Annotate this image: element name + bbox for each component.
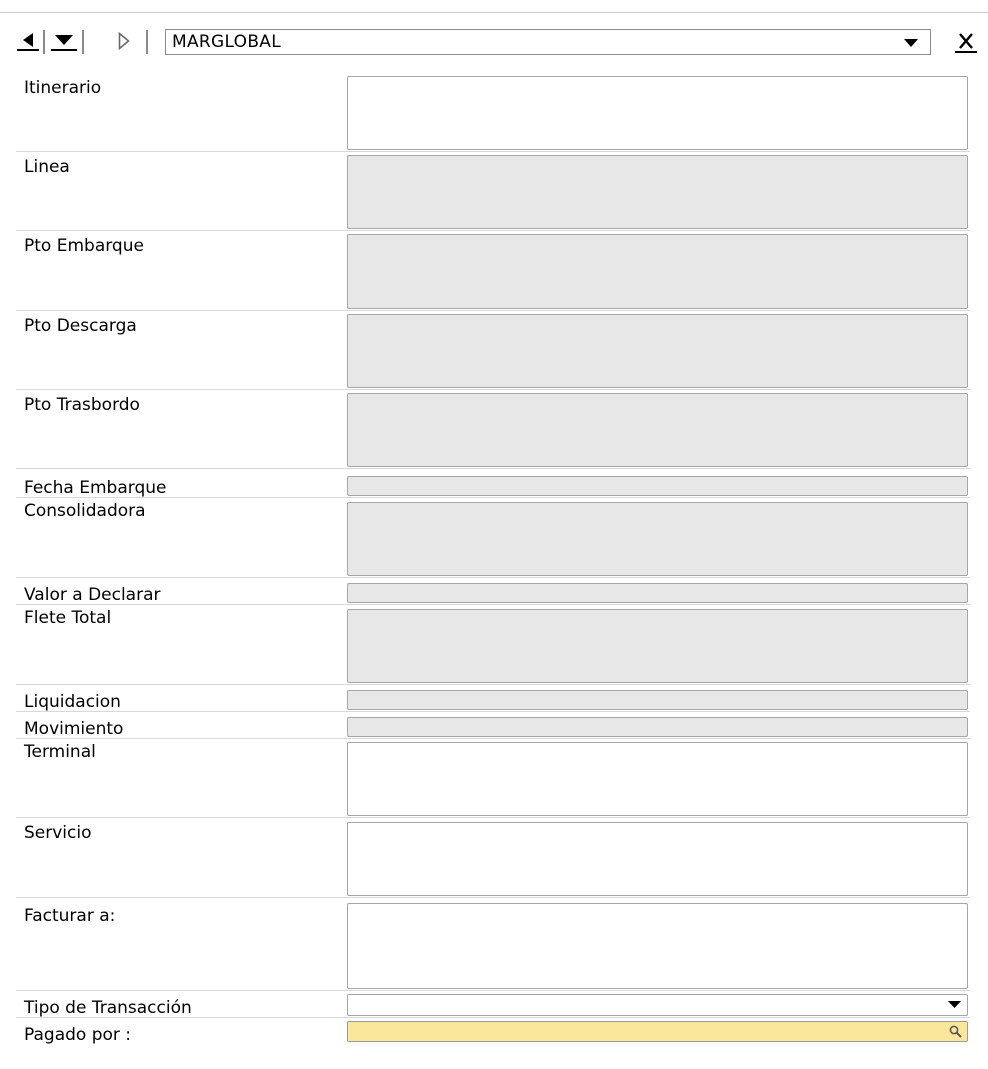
row-facturar-a: Facturar a: (16, 898, 970, 991)
input-flete-total[interactable] (347, 609, 968, 683)
row-pto-trasbordo: Pto Trasbordo (16, 390, 970, 469)
row-flete-total: Flete Total (16, 605, 970, 685)
row-pagado-por: Pagado por : (16, 1018, 970, 1045)
label-valor-declarar: Valor a Declarar (24, 585, 161, 605)
input-pto-descarga[interactable] (347, 314, 968, 388)
label-facturar-a: Facturar a: (24, 906, 116, 926)
chevron-down-icon[interactable] (948, 1001, 961, 1008)
input-pagado-por[interactable] (347, 1021, 968, 1042)
input-valor-declarar[interactable] (347, 583, 968, 603)
input-pto-trasbordo[interactable] (347, 393, 968, 467)
label-consolidadora: Consolidadora (24, 501, 146, 521)
triangle-down-icon (55, 35, 73, 45)
close-button[interactable] (955, 31, 977, 53)
company-combo[interactable]: MARGLOBAL (165, 29, 931, 55)
input-linea[interactable] (347, 155, 968, 229)
toolbar-separator (43, 30, 45, 54)
row-pto-descarga: Pto Descarga (16, 311, 970, 390)
label-pagado-por: Pagado por : (24, 1025, 132, 1045)
label-terminal: Terminal (24, 742, 96, 762)
input-terminal[interactable] (347, 742, 968, 816)
select-tipo-transaccion[interactable] (347, 994, 968, 1016)
input-consolidadora[interactable] (347, 502, 968, 576)
triangle-right-outline-icon (118, 32, 130, 50)
row-tipo-transaccion: Tipo de Transacción (16, 991, 970, 1018)
label-tipo-transaccion: Tipo de Transacción (24, 998, 192, 1018)
company-combo-value: MARGLOBAL (172, 32, 281, 52)
toolbar-separator (146, 30, 148, 54)
label-movimiento: Movimiento (24, 719, 124, 739)
row-liquidacion: Liquidacion (16, 685, 970, 712)
label-liquidacion: Liquidacion (24, 692, 121, 712)
input-pto-embarque[interactable] (347, 234, 968, 309)
top-rule (0, 12, 988, 13)
search-icon[interactable] (949, 1025, 962, 1038)
input-itinerario[interactable] (347, 76, 968, 150)
label-pto-trasbordo: Pto Trasbordo (24, 395, 140, 415)
row-terminal: Terminal (16, 739, 970, 818)
row-consolidadora: Consolidadora (16, 498, 970, 578)
row-movimiento: Movimiento (16, 712, 970, 739)
row-linea: Linea (16, 152, 970, 231)
prev-record-button[interactable] (17, 31, 39, 51)
row-fecha-embarque: Fecha Embarque (16, 469, 970, 498)
input-movimiento[interactable] (347, 717, 968, 737)
close-x-icon (955, 33, 977, 53)
triangle-left-icon (23, 33, 33, 47)
input-liquidacion[interactable] (347, 690, 968, 710)
label-pto-embarque: Pto Embarque (24, 236, 144, 256)
row-pto-embarque: Pto Embarque (16, 231, 970, 311)
label-fecha-embarque: Fecha Embarque (24, 478, 167, 498)
label-flete-total: Flete Total (24, 608, 112, 628)
record-list-button[interactable] (51, 31, 77, 51)
row-servicio: Servicio (16, 818, 970, 898)
toolbar-separator (82, 30, 84, 54)
label-pto-descarga: Pto Descarga (24, 316, 137, 336)
label-itinerario: Itinerario (24, 78, 102, 98)
next-record-button[interactable] (116, 29, 132, 53)
input-facturar-a[interactable] (347, 903, 968, 989)
label-linea: Linea (24, 157, 70, 177)
input-fecha-embarque[interactable] (347, 476, 968, 496)
label-servicio: Servicio (24, 823, 92, 843)
input-servicio[interactable] (347, 822, 968, 896)
chevron-down-icon[interactable] (904, 39, 918, 47)
row-valor-declarar: Valor a Declarar (16, 578, 970, 605)
row-itinerario: Itinerario (16, 73, 970, 152)
